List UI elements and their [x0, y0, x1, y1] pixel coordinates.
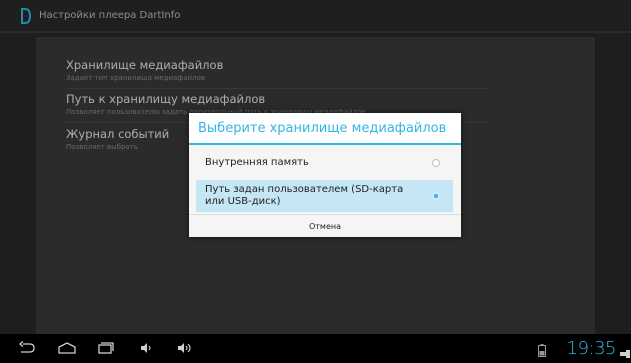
home-icon[interactable] — [57, 340, 77, 359]
storage-choice-dialog: Выберите хранилище медиафайлов Внутрення… — [189, 113, 461, 237]
option-internal-memory[interactable]: Внутренняя память — [196, 150, 453, 176]
dialog-header: Выберите хранилище медиафайлов — [189, 113, 461, 145]
status-clock: 19:35 — [566, 338, 617, 359]
volume-up-icon[interactable] — [177, 340, 193, 359]
radio-checked-icon[interactable] — [432, 192, 440, 200]
recent-apps-icon[interactable] — [97, 340, 115, 359]
battery-icon — [538, 342, 546, 361]
back-icon[interactable] — [18, 340, 36, 359]
volume-down-icon[interactable] — [140, 340, 154, 359]
dialog-title: Выберите хранилище медиафайлов — [198, 120, 447, 136]
cancel-button[interactable]: Отмена — [189, 214, 461, 237]
connection-icon — [620, 343, 630, 362]
option-label: Путь задан пользователем (SD-карта или U… — [205, 184, 404, 207]
system-bar: 19:35 — [0, 334, 631, 363]
option-label: Внутренняя память — [205, 157, 309, 168]
cancel-button-label: Отмена — [308, 221, 342, 231]
radio-unchecked-icon[interactable] — [432, 159, 440, 167]
option-user-path[interactable]: Путь задан пользователем (SD-карта или U… — [196, 180, 453, 212]
